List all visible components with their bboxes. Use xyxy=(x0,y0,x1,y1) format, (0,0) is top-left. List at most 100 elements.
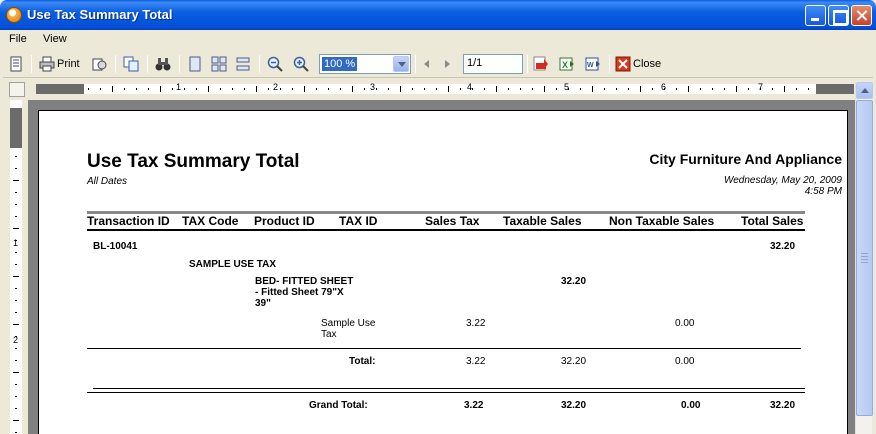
continuous-page-button[interactable] xyxy=(235,54,251,74)
ruler-tick xyxy=(412,88,413,90)
ruler-tick xyxy=(15,336,17,337)
export-excel-button[interactable]: X xyxy=(559,54,575,74)
ruler-tick xyxy=(268,88,269,90)
ruler-tick xyxy=(592,86,593,92)
ruler-tick xyxy=(172,88,173,90)
ruler-tick xyxy=(184,88,185,90)
ruler-tick xyxy=(136,88,137,90)
ruler-tick xyxy=(15,360,17,361)
ruler-tick xyxy=(15,156,17,157)
ruler-tick xyxy=(580,88,581,90)
horizontal-ruler: 1 2 3 4 5 6 7 xyxy=(36,82,854,94)
minimize-button[interactable] xyxy=(805,5,826,26)
maximize-button[interactable] xyxy=(828,5,849,26)
ruler-tick xyxy=(15,348,17,349)
ruler-tick xyxy=(340,88,341,90)
close-label: Close xyxy=(633,58,662,70)
ruler-tick xyxy=(304,86,305,92)
export-button[interactable] xyxy=(91,54,107,74)
ruler-tick xyxy=(13,372,19,373)
zoom-select[interactable]: 100 % xyxy=(319,54,411,74)
ruler-tick xyxy=(15,240,17,241)
grand-total-sales-tax: 3.22 xyxy=(464,400,484,411)
ruler-tick xyxy=(616,88,617,90)
copy-button[interactable] xyxy=(123,54,139,74)
close-window-button[interactable] xyxy=(851,5,872,26)
horizontal-ruler-row: 1 2 3 4 5 6 7 xyxy=(3,80,873,100)
arrow-left-icon xyxy=(424,60,429,68)
ruler-tick xyxy=(700,88,701,90)
toggle-tree-button[interactable] xyxy=(8,54,24,74)
chevron-down-icon[interactable] xyxy=(393,56,409,72)
printer-icon xyxy=(39,56,55,72)
ruler-tick xyxy=(400,86,401,92)
pdf-icon xyxy=(533,56,548,71)
grand-total-non-taxable: 0.00 xyxy=(681,400,701,411)
ruler-tick xyxy=(640,86,641,92)
svg-text:W: W xyxy=(587,62,594,69)
report-viewport[interactable]: Use Tax Summary Total All Dates City Fur… xyxy=(28,100,855,434)
report-date-range: All Dates xyxy=(87,176,128,187)
menu-file[interactable]: File xyxy=(9,33,27,45)
zoom-in-button[interactable] xyxy=(293,54,309,74)
ruler-tick xyxy=(88,88,89,90)
company-name: City Furniture And Appliance xyxy=(649,151,842,167)
ruler-tick xyxy=(772,88,773,90)
vertical-ruler: 1 2 xyxy=(10,100,22,434)
report-page: Use Tax Summary Total All Dates City Fur… xyxy=(38,110,848,434)
ruler-tick xyxy=(316,88,317,90)
export-pdf-button[interactable] xyxy=(533,54,549,74)
zoom-out-button[interactable] xyxy=(267,54,283,74)
ruler-tick xyxy=(520,88,521,90)
total-sales-tax: 3.22 xyxy=(466,356,486,367)
ruler-tick xyxy=(100,88,101,90)
ruler-tick xyxy=(15,312,17,313)
title-bar: Use Tax Summary Total xyxy=(0,0,876,30)
ruler-tick xyxy=(496,86,497,92)
total-taxable-sales: 32.20 xyxy=(561,356,587,367)
ruler-tick xyxy=(328,88,329,90)
ruler-tick xyxy=(15,288,17,289)
ruler-tick xyxy=(292,88,293,90)
next-page-button[interactable] xyxy=(439,54,455,74)
ruler-tick xyxy=(220,88,221,90)
ruler-tick xyxy=(15,192,17,193)
col-taxable-sales: Taxable Sales xyxy=(503,214,582,228)
ruler-tick xyxy=(15,204,17,205)
grand-total-rule-top xyxy=(93,388,805,389)
export-word-button[interactable]: W xyxy=(585,54,601,74)
ruler-tick xyxy=(652,88,653,90)
find-button[interactable] xyxy=(155,54,171,74)
page-number-input[interactable]: 1/1 xyxy=(463,54,523,74)
ruler-tick xyxy=(760,88,761,90)
scroll-thumb[interactable] xyxy=(856,100,873,416)
report-viewer-icon xyxy=(6,7,22,23)
multi-page-button[interactable] xyxy=(211,54,227,74)
previous-page-button[interactable] xyxy=(419,54,435,74)
ruler-tick xyxy=(376,88,377,90)
arrow-right-icon xyxy=(445,60,450,68)
ruler-tick xyxy=(628,88,629,90)
grand-total-taxable-sales: 32.20 xyxy=(561,400,587,411)
export-icon xyxy=(92,58,107,71)
zoom-in-icon xyxy=(293,56,309,72)
ruler-tick xyxy=(13,324,19,325)
col-sales-tax: Sales Tax xyxy=(425,214,480,228)
single-page-button[interactable] xyxy=(187,54,203,74)
ruler-tick xyxy=(15,300,17,301)
scroll-up-button[interactable] xyxy=(856,82,873,99)
ruler-tick xyxy=(508,88,509,90)
menu-view[interactable]: View xyxy=(43,33,67,45)
ruler-tick xyxy=(664,88,665,90)
close-report-button[interactable]: Close xyxy=(615,54,661,74)
vertical-scrollbar[interactable] xyxy=(855,82,873,434)
ruler-tick xyxy=(112,86,113,92)
ruler-tick xyxy=(460,88,461,90)
zoom-out-icon xyxy=(267,56,283,72)
ruler-tick xyxy=(724,88,725,90)
print-button[interactable]: Print xyxy=(39,54,80,74)
ruler-tick xyxy=(256,86,257,92)
menu-bar: File View xyxy=(3,30,873,49)
ruler-tick xyxy=(13,276,19,277)
ruler-tick xyxy=(676,88,677,90)
